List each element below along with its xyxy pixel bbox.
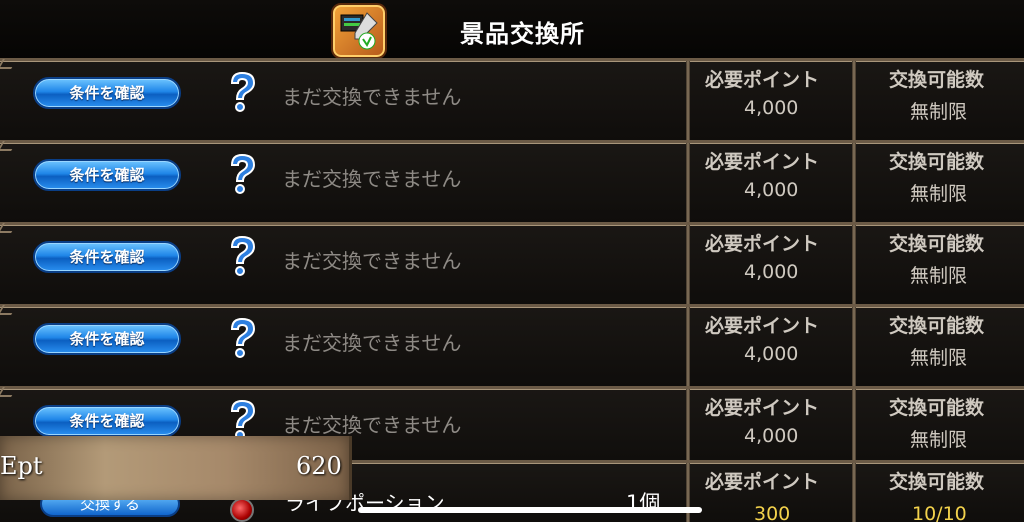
column-divider [686, 463, 690, 522]
cost-value: 300 [754, 503, 791, 522]
stock-label: 交換可能数 [889, 151, 985, 173]
column-divider [686, 225, 690, 304]
cost-label: 必要ポイント [705, 471, 820, 493]
exchange-row: 条件を確認 まだ交換できません 必要ポイント 4,000 交換可能数 無制限 [0, 304, 1024, 386]
question-mark-icon [230, 71, 256, 112]
column-divider [852, 143, 856, 222]
column-divider [686, 307, 690, 386]
exchange-status-text: まだ交換できません [282, 331, 462, 355]
cost-label: 必要ポイント [705, 397, 820, 419]
cost-label: 必要ポイント [705, 233, 820, 255]
column-divider [852, 389, 856, 468]
frame-ornament [0, 141, 17, 151]
question-mark-icon [230, 317, 256, 358]
stock-value: 無制限 [910, 265, 968, 287]
column-divider [852, 307, 856, 386]
stock-label: 交換可能数 [889, 233, 985, 255]
column-divider [852, 463, 856, 522]
header-bar: 景品交換所 [0, 0, 1024, 60]
cost-label: 必要ポイント [705, 151, 820, 173]
cost-value: 4,000 [744, 343, 799, 365]
column-divider [686, 389, 690, 468]
column-divider [686, 143, 690, 222]
stock-value: 10/10 [912, 503, 967, 522]
check-conditions-button[interactable]: 条件を確認 [33, 241, 181, 273]
stock-label: 交換可能数 [889, 471, 985, 493]
event-points-panel: Ept 620 [0, 436, 352, 500]
exchange-status-text: まだ交換できません [282, 249, 462, 273]
stock-value: 無制限 [910, 101, 968, 123]
cost-value: 4,000 [744, 97, 799, 119]
check-conditions-button[interactable]: 条件を確認 [33, 77, 181, 109]
event-points-value: 620 [296, 452, 342, 480]
cost-value: 4,000 [744, 425, 799, 447]
exchange-row: 条件を確認 まだ交換できません 必要ポイント 4,000 交換可能数 無制限 [0, 222, 1024, 304]
exchange-status-text: まだ交換できません [282, 413, 462, 437]
stock-value: 無制限 [910, 429, 968, 451]
cost-label: 必要ポイント [705, 69, 820, 91]
exchange-status-text: まだ交換できません [282, 85, 462, 109]
stock-value: 無制限 [910, 347, 968, 369]
column-divider [852, 61, 856, 140]
question-mark-icon [230, 153, 256, 194]
cost-value: 4,000 [744, 179, 799, 201]
home-indicator[interactable] [358, 507, 702, 513]
frame-ornament [0, 387, 17, 397]
exchange-status-text: まだ交換できません [282, 167, 462, 191]
check-conditions-button[interactable]: 条件を確認 [33, 323, 181, 355]
question-mark-icon [230, 235, 256, 276]
stock-label: 交換可能数 [889, 397, 985, 419]
prize-exchange-icon [331, 3, 387, 59]
page-title: 景品交換所 [460, 20, 585, 48]
column-divider [686, 61, 690, 140]
event-points-label: Ept [0, 452, 43, 480]
check-conditions-button[interactable]: 条件を確認 [33, 405, 181, 437]
frame-ornament [0, 223, 17, 233]
frame-ornament [0, 59, 17, 69]
potion-icon [230, 498, 254, 522]
stock-label: 交換可能数 [889, 69, 985, 91]
cost-label: 必要ポイント [705, 315, 820, 337]
stock-label: 交換可能数 [889, 315, 985, 337]
frame-ornament [0, 305, 17, 315]
exchange-row: 条件を確認 まだ交換できません 必要ポイント 4,000 交換可能数 無制限 [0, 58, 1024, 140]
column-divider [852, 225, 856, 304]
check-conditions-button[interactable]: 条件を確認 [33, 159, 181, 191]
exchange-row: 条件を確認 まだ交換できません 必要ポイント 4,000 交換可能数 無制限 [0, 140, 1024, 222]
cost-value: 4,000 [744, 261, 799, 283]
stock-value: 無制限 [910, 183, 968, 205]
